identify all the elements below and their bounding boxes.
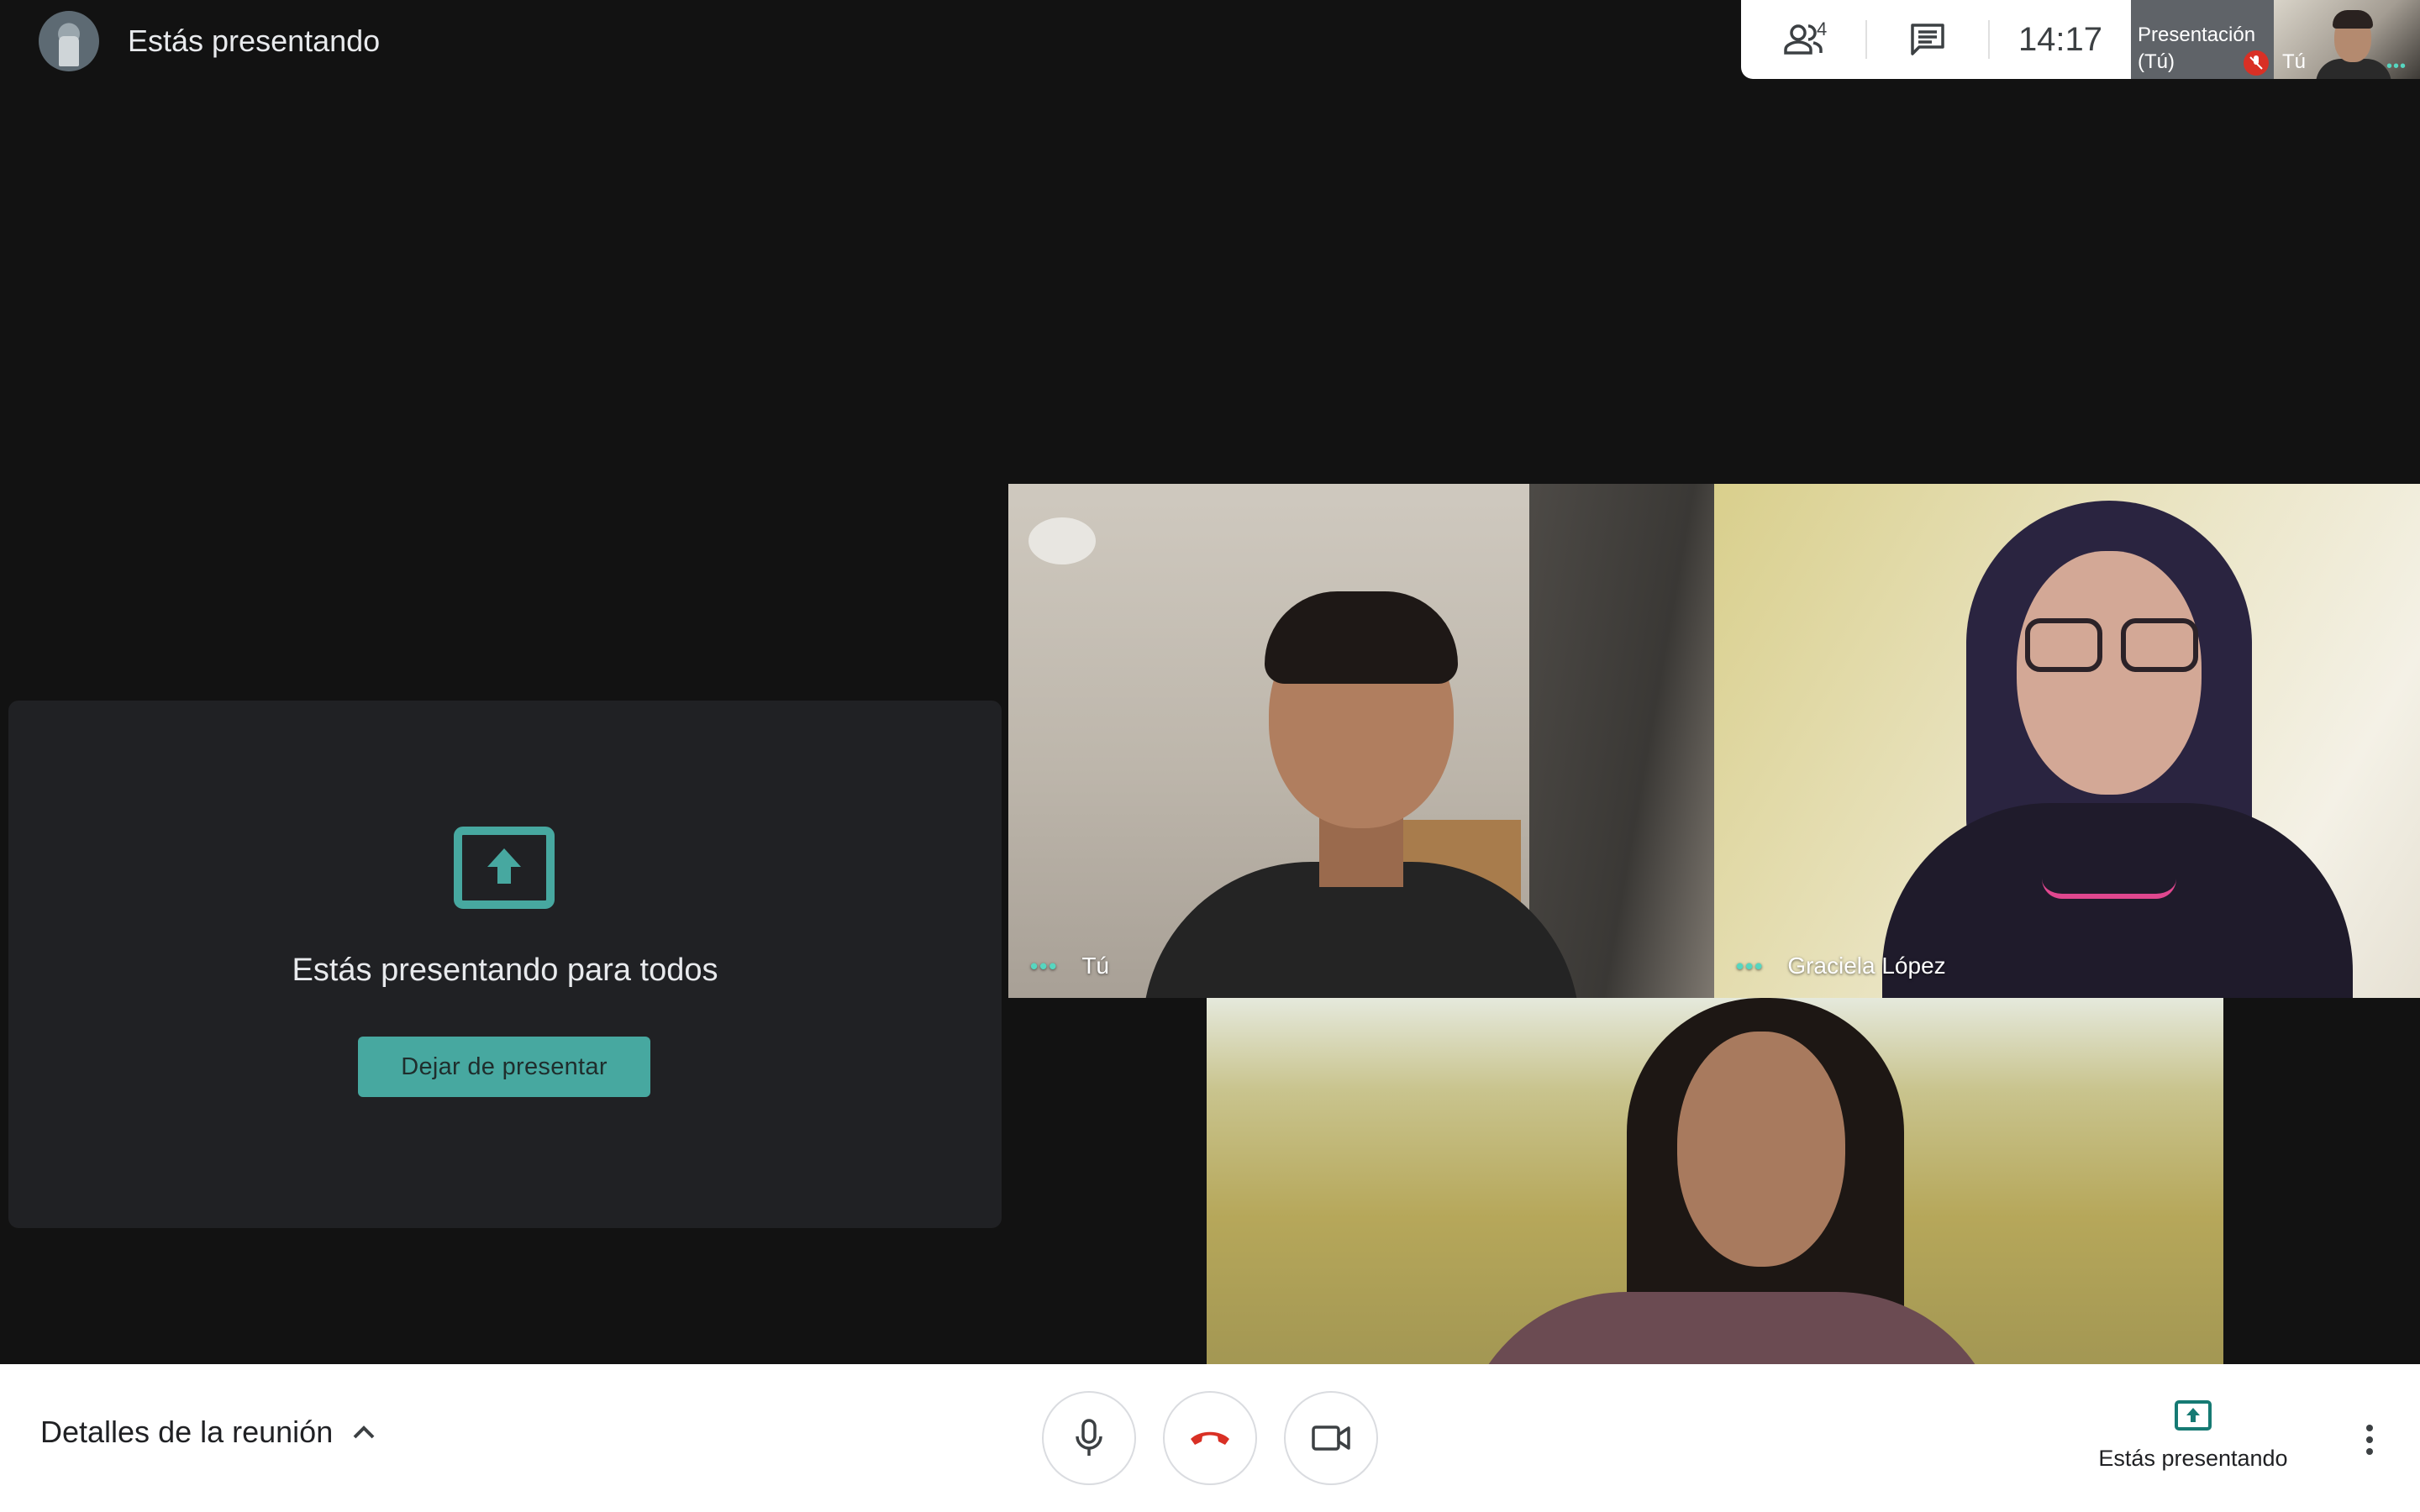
presenting-menu-label: Estás presentando [2098,1446,2288,1471]
participant-label: ••• Tú [1030,953,1109,979]
meeting-clock: 14:17 [2018,20,2103,58]
people-count: 4 [1817,18,1828,39]
participant-name: Graciela López [1787,953,1946,979]
camera-icon [1312,1425,1350,1451]
meet-stage: Estás presentando 4 14:17 Presentación (… [0,0,2420,1512]
self-thumbnail-audio-dots: ••• [2386,57,2407,76]
camera-button[interactable] [1284,1391,1378,1485]
mic-icon [1076,1419,1102,1456]
self-thumbnail-label: Tú [2282,50,2307,73]
participant-video [2042,879,2176,899]
presenting-message: Estás presentando para todos [292,953,718,988]
participant-video [1677,1032,1845,1267]
mic-off-icon [2244,50,2269,76]
participant-name: Tú [1081,953,1109,979]
self-thumbnail-hair [2333,10,2373,29]
participant-video [1882,803,2353,998]
people-button[interactable]: 4 [1741,0,1865,79]
participant-video [1265,591,1458,684]
avatar [39,11,99,71]
present-screen-icon [2175,1400,2212,1431]
chevron-up-icon [353,1425,375,1439]
video-background [1529,484,1714,998]
leave-call-button[interactable] [1163,1391,1257,1485]
participant-tile-you[interactable]: ••• Tú [1008,484,1714,998]
participant-label: ••• Graciela López [1736,953,1946,979]
participant-video [2025,618,2102,672]
stop-presenting-button[interactable]: Dejar de presentar [358,1037,650,1097]
audio-indicator-icon: ••• [1736,953,1765,979]
microphone-button[interactable] [1042,1391,1136,1485]
presenting-card: Estás presentando para todos Dejar de pr… [8,701,1002,1228]
more-options-button[interactable] [2353,1415,2386,1465]
presenting-title: Estás presentando [128,24,381,58]
presenting-menu-button[interactable]: Estás presentando [2084,1399,2302,1472]
video-background [1028,517,1096,564]
chat-button[interactable] [1867,0,1988,79]
meeting-details-label: Detalles de la reunión [40,1415,334,1449]
participant-video [1459,1292,2005,1364]
participant-video [2017,551,2202,795]
bottom-control-bar: Detalles de la reunión Estás presentando [0,1364,2420,1512]
participant-tile-third[interactable] [1207,998,2223,1364]
chat-icon [1911,24,1944,55]
present-screen-icon [454,827,555,909]
phone-hangup-icon [1191,1431,1229,1445]
presenting-indicator: Estás presentando [39,8,380,74]
more-vert-icon [2366,1425,2373,1455]
audio-indicator-icon: ••• [1030,953,1059,979]
participant-tile-graciela[interactable]: ••• Graciela López [1714,484,2420,998]
participant-video [2121,618,2198,672]
meeting-details-button[interactable]: Detalles de la reunión [40,1415,376,1450]
